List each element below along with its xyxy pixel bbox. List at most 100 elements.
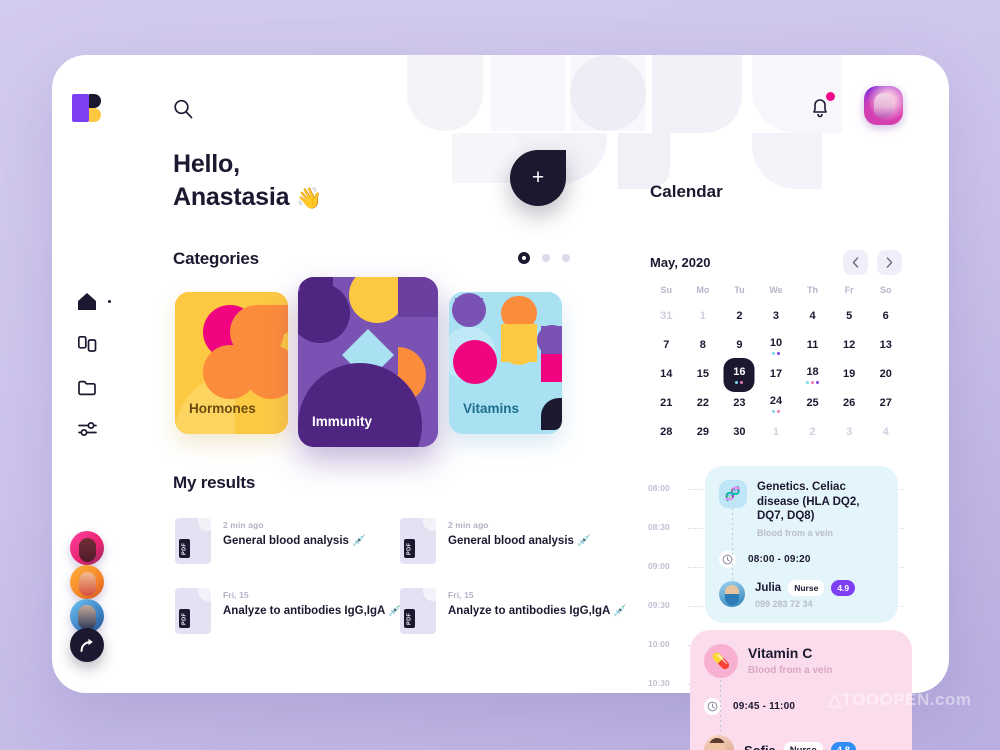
calendar-day[interactable]: 4 [867, 421, 904, 444]
calendar-day[interactable]: 30 [721, 421, 758, 444]
calendar-day[interactable]: 17 [758, 363, 795, 386]
result-time: Fri, 15 [223, 590, 249, 600]
calendar-day-number: 28 [660, 426, 673, 438]
calendar-day[interactable]: 5 [831, 305, 868, 328]
calendar-day[interactable]: 15 [685, 363, 722, 386]
calendar-day[interactable]: 20 [867, 363, 904, 386]
calendar-day[interactable]: 2 [794, 421, 831, 444]
result-item[interactable]: PDF Fri, 15 Analyze to antibodies IgG,Ig… [175, 588, 402, 634]
calendar-day-number: 7 [663, 339, 670, 351]
calendar-day[interactable]: 18 [794, 363, 831, 386]
greeting-line-2: Anastasia [173, 183, 290, 211]
calendar-day[interactable]: 6 [867, 305, 904, 328]
sidebar-item-settings[interactable] [78, 421, 98, 437]
calendar-day[interactable]: 24 [758, 392, 795, 415]
appointment-title: Genetics. Celiac disease (HLA DQ2, DQ7, … [757, 481, 860, 522]
appointment-card[interactable]: 🧬 Genetics. Celiac disease (HLA DQ2, DQ7… [705, 466, 898, 623]
calendar-day[interactable]: 7 [648, 334, 685, 357]
calendar-dow: We [769, 285, 783, 295]
pill-icon: 💊 [704, 644, 738, 678]
calendar-day[interactable]: 1 [758, 421, 795, 444]
calendar-day[interactable]: 14 [648, 363, 685, 386]
calendar-day-dots [735, 380, 744, 384]
calendar-day-number: 1 [772, 426, 780, 438]
category-label: Vitamins [463, 401, 520, 416]
calendar-day[interactable]: 25 [794, 392, 831, 415]
calendar-day-number: 18 [806, 365, 819, 378]
calendar-day[interactable]: 8 [685, 334, 722, 357]
syringe-icon: 💉 [577, 535, 591, 547]
appointment-subtitle: Blood from a vein [757, 527, 834, 538]
calendar-day-number: 25 [806, 397, 819, 409]
calendar-day-number: 8 [699, 339, 706, 351]
result-time: 2 min ago [448, 520, 489, 530]
pager-dot-2[interactable] [562, 254, 570, 262]
calendar-day-number: 20 [879, 368, 892, 380]
calendar-day[interactable]: 11 [794, 334, 831, 357]
calendar-day-number: 26 [843, 397, 856, 409]
calendar-day[interactable]: 22 [685, 392, 722, 415]
calendar-day-selected[interactable]: 16 [721, 357, 758, 392]
calendar-day[interactable]: 3 [831, 421, 868, 444]
calendar-day[interactable]: 4 [794, 305, 831, 328]
calendar-day-number: 2 [809, 426, 816, 438]
result-name: Analyze to antibodies IgG,IgA 💉 [448, 605, 627, 617]
nurse-role-badge: Nurse [788, 579, 825, 596]
contact-avatar[interactable] [70, 565, 104, 599]
calendar-day[interactable]: 9 [721, 334, 758, 357]
calendar-day[interactable]: 12 [831, 334, 868, 357]
calendar-day[interactable]: 19 [831, 363, 868, 386]
category-card-immunity[interactable]: Immunity [298, 277, 438, 447]
calendar-day[interactable]: 2 [721, 305, 758, 328]
share-arrow-icon[interactable] [70, 628, 104, 662]
result-name: General blood analysis 💉 [223, 535, 366, 547]
sidebar-item-home[interactable] [78, 293, 96, 310]
search-icon[interactable] [172, 98, 194, 120]
pdf-badge: PDF [404, 539, 415, 558]
result-item[interactable]: PDF Fri, 15 Analyze to antibodies IgG,Ig… [400, 588, 627, 634]
calendar-day-number: 14 [660, 368, 673, 380]
user-avatar[interactable] [864, 86, 903, 125]
calendar-prev-button[interactable] [843, 250, 868, 275]
calendar-day[interactable]: 13 [867, 334, 904, 357]
syringe-icon: 💉 [352, 535, 366, 547]
calendar-day[interactable]: 31 [648, 305, 685, 328]
category-label: Immunity [312, 414, 373, 429]
calendar-day-dots [771, 351, 780, 355]
calendar-day-number: 27 [879, 397, 892, 409]
contact-avatar[interactable] [70, 531, 104, 565]
calendar-dow: So [879, 285, 892, 295]
greeting-line-1: Hello, [173, 150, 240, 178]
category-card-hormones[interactable]: Hormones [175, 292, 288, 434]
decor-shape [407, 55, 483, 131]
calendar-grid[interactable]: Su Mo Tu We Th Fr So 31 1 2 3 4 5 6 7 8 9 10 11 12 13 14 15 16 1… [648, 281, 904, 444]
result-item[interactable]: PDF 2 min ago General blood analysis 💉 [400, 518, 591, 564]
calendar-day-number: 4 [882, 426, 889, 438]
decor-shape [570, 55, 646, 131]
calendar-day[interactable]: 28 [648, 421, 685, 444]
pager-dot-1[interactable] [542, 254, 550, 262]
calendar-day[interactable]: 27 [867, 392, 904, 415]
calendar-day[interactable]: 10 [758, 334, 795, 357]
calendar-day[interactable]: 26 [831, 392, 868, 415]
calendar-day[interactable]: 23 [721, 392, 758, 415]
calendar-day-number: 4 [809, 310, 816, 322]
result-item[interactable]: PDF 2 min ago General blood analysis 💉 [175, 518, 366, 564]
timeline-time-label: 09:00 [648, 561, 670, 571]
app-logo[interactable] [72, 94, 102, 122]
calendar-dow: Fr [844, 285, 854, 295]
categories-pager[interactable] [518, 252, 570, 264]
category-card-vitamins[interactable]: Vitamins [449, 292, 562, 434]
calendar-day[interactable]: 29 [685, 421, 722, 444]
notification-dot [826, 92, 835, 101]
calendar-day[interactable]: 21 [648, 392, 685, 415]
timeline-time-label: 09:30 [648, 600, 670, 610]
calendar-day-number: 16 [733, 365, 746, 378]
sidebar-item-folder[interactable] [78, 380, 97, 396]
calendar-day[interactable]: 3 [758, 305, 795, 328]
add-button[interactable]: + [510, 150, 566, 206]
sidebar-item-cards[interactable] [78, 336, 97, 352]
pager-dot-0[interactable] [518, 252, 530, 264]
calendar-day[interactable]: 1 [685, 305, 722, 328]
calendar-next-button[interactable] [877, 250, 902, 275]
